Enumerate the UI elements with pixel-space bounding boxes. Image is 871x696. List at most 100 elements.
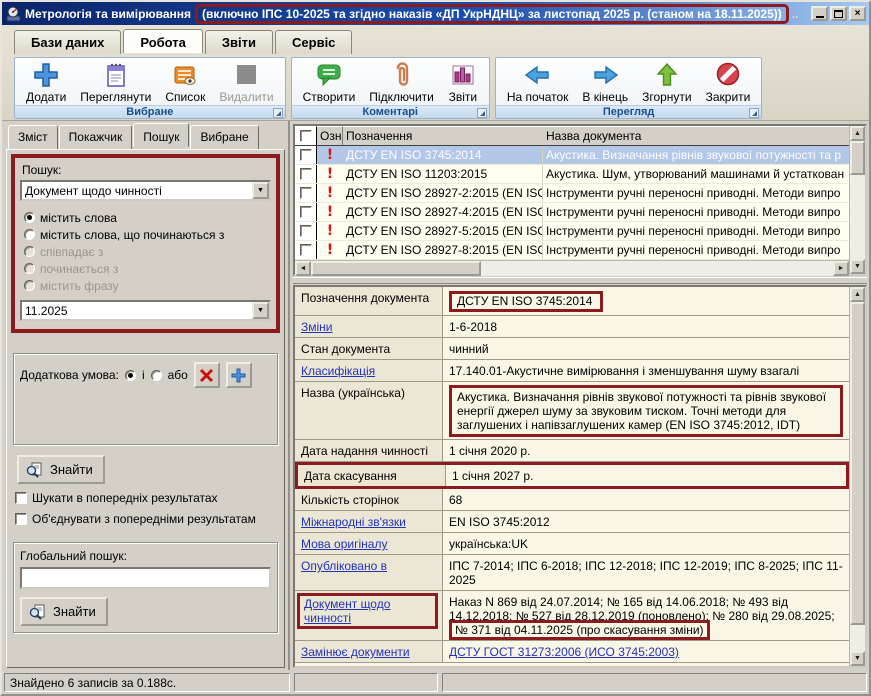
column-header-mark[interactable]: Озн — [317, 126, 343, 145]
radio-label: містить фразу — [40, 279, 119, 293]
table-row[interactable]: !ДСТУ EN ISO 28927-8:2015 (EN ISO 289Інс… — [295, 241, 849, 260]
attach-button[interactable]: Підключити — [362, 59, 441, 105]
checkbox[interactable] — [300, 225, 312, 237]
no-entry-icon — [713, 60, 743, 90]
reports-button[interactable]: Звіти — [441, 59, 485, 105]
collapse-button[interactable]: Згорнути — [635, 59, 699, 105]
to-end-button[interactable]: В кінець — [575, 59, 635, 105]
detail-label-link[interactable]: Опубліковано в — [301, 559, 387, 573]
global-find-button[interactable]: Знайти — [20, 597, 108, 626]
scroll-right-icon[interactable]: ► — [833, 261, 849, 276]
app-icon — [5, 6, 22, 22]
scrollbar-thumb[interactable] — [311, 261, 481, 276]
detail-label-link[interactable]: Документ щодо чинності — [304, 597, 390, 625]
search-field-combobox[interactable]: Документ щодо чинності ▼ — [20, 180, 271, 201]
search-term-combobox[interactable]: 11.2025 ▼ — [20, 300, 271, 321]
scroll-down-icon[interactable]: ▼ — [850, 651, 865, 666]
radio-button[interactable] — [24, 229, 35, 240]
global-search-input[interactable] — [20, 567, 271, 589]
detail-label-link[interactable]: Класифікація — [301, 364, 375, 378]
scrollbar-thumb[interactable] — [850, 302, 865, 625]
chevron-down-icon[interactable]: ▼ — [252, 302, 269, 319]
sidebar-tab-contents[interactable]: Зміст — [8, 125, 58, 149]
designation-cell: ДСТУ EN ISO 28927-2:2015 (EN ISO 289 — [343, 184, 543, 202]
checkbox[interactable] — [300, 187, 312, 199]
remove-condition-button[interactable] — [194, 362, 220, 388]
or-radio[interactable] — [151, 370, 162, 381]
details-vertical-scrollbar[interactable]: ▲ ▼ — [849, 287, 865, 666]
close-button[interactable]: Закрити — [699, 59, 758, 105]
scroll-up-icon[interactable]: ▲ — [850, 126, 865, 141]
maximize-button[interactable] — [830, 6, 847, 21]
dialog-launcher-icon[interactable] — [749, 108, 759, 118]
table-row[interactable]: !ДСТУ EN ISO 11203:2015Акустика. Шум, ут… — [295, 165, 849, 184]
results-vertical-scrollbar[interactable]: ▲ ▼ — [849, 126, 865, 274]
ribbon-tab-work[interactable]: Робота — [123, 29, 203, 53]
minimize-button[interactable] — [811, 6, 828, 21]
scrollbar-thumb[interactable] — [850, 141, 865, 175]
detail-label-link[interactable]: Документ щодо чинності — [297, 593, 438, 629]
detail-label: Замінює документи — [295, 641, 443, 662]
column-header-name[interactable]: Назва документа — [543, 126, 849, 145]
ribbon-tab-databases[interactable]: Бази даних — [14, 30, 121, 54]
detail-row-pages: Кількість сторінок68 — [295, 489, 849, 511]
search-mode-option: співпадає з — [24, 243, 271, 260]
detail-label-link[interactable]: Замінює документи — [301, 645, 410, 659]
notepad-icon — [101, 60, 131, 90]
add-button[interactable]: Додати — [19, 59, 73, 105]
close-button[interactable]: × — [849, 6, 866, 21]
table-row[interactable]: !ДСТУ EN ISO 28927-5:2015 (EN ISO 289Інс… — [295, 222, 849, 241]
checkbox[interactable] — [300, 168, 312, 180]
checkbox-icon — [300, 130, 312, 142]
checkbox[interactable] — [300, 149, 312, 161]
sidebar-tab-search[interactable]: Пошук — [133, 123, 189, 147]
detail-label-link[interactable]: Зміни — [301, 320, 333, 334]
detail-value-link[interactable]: ДСТУ ГОСТ 31273:2006 (ИСО 3745:2003) — [449, 645, 679, 659]
document-name-cell: Акустика. Визначання рівнів звукової пот… — [543, 146, 849, 164]
chevron-down-icon[interactable]: ▼ — [252, 182, 269, 199]
table-row[interactable]: !ДСТУ EN ISO 28927-4:2015 (EN ISO 289Інс… — [295, 203, 849, 222]
detail-value-text: 1-6-2018 — [449, 320, 497, 334]
add-condition-button[interactable] — [226, 362, 252, 388]
checkbox[interactable] — [15, 492, 27, 504]
table-row[interactable]: !ДСТУ EN ISO 28927-2:2015 (EN ISO 289Інс… — [295, 184, 849, 203]
table-row[interactable]: !ДСТУ EN ISO 3745:2014Акустика. Визначан… — [295, 146, 849, 165]
sidebar-tab-favorites[interactable]: Вибране — [190, 125, 258, 149]
checkbox[interactable] — [15, 513, 27, 525]
checkbox[interactable] — [300, 244, 312, 256]
dialog-launcher-icon[interactable] — [273, 108, 283, 118]
detail-label-link[interactable]: Міжнародні зв'язки — [301, 515, 406, 529]
alert-icon: ! — [327, 186, 333, 200]
view-button[interactable]: Переглянути — [73, 59, 158, 105]
to-start-button[interactable]: На початок — [500, 59, 576, 105]
detail-label-link[interactable]: Мова оригіналу — [301, 537, 387, 551]
scroll-left-icon[interactable]: ◄ — [295, 261, 311, 276]
mark-cell: ! — [317, 165, 343, 183]
detail-row-published-in: Опубліковано вІПС 7-2014; ІПС 6-2018; ІП… — [295, 555, 849, 591]
and-radio[interactable] — [125, 370, 136, 381]
ribbon-tab-reports[interactable]: Звіти — [205, 30, 273, 54]
search-section: Пошук: Документ щодо чинності ▼ містить … — [11, 154, 280, 333]
designation-cell: ДСТУ EN ISO 11203:2015 — [343, 165, 543, 183]
detail-value-text: українська:UK — [449, 537, 528, 551]
sidebar-tab-index[interactable]: Покажчик — [59, 125, 133, 149]
search-mode-option: містить слова, що починаються з — [24, 226, 271, 243]
create-button[interactable]: Створити — [296, 59, 363, 105]
checkbox[interactable] — [300, 206, 312, 218]
dialog-launcher-icon[interactable] — [477, 108, 487, 118]
horizontal-scrollbar[interactable]: ◄ ► — [295, 260, 849, 276]
select-all-checkbox[interactable] — [295, 126, 317, 145]
scroll-down-icon[interactable]: ▼ — [850, 259, 865, 274]
splitter[interactable] — [293, 277, 867, 284]
ribbon-tab-strip: Бази данихРоботаЗвітиСервіс — [2, 25, 869, 54]
row-checkbox-cell — [295, 203, 317, 221]
mark-cell: ! — [317, 203, 343, 221]
ribbon-tab-service[interactable]: Сервіс — [275, 30, 352, 54]
button-label: Закрити — [706, 90, 751, 104]
column-header-designation[interactable]: Позначення — [343, 126, 543, 145]
detail-label: Документ щодо чинності — [295, 591, 443, 640]
scroll-up-icon[interactable]: ▲ — [850, 287, 865, 302]
list-button[interactable]: Список — [158, 59, 212, 105]
radio-button[interactable] — [24, 212, 35, 223]
find-button[interactable]: Знайти — [17, 455, 105, 484]
